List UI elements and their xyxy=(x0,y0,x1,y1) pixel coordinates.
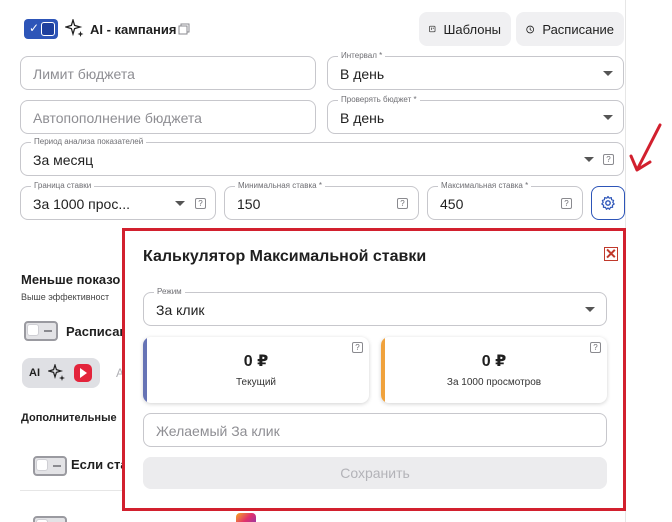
templates-button[interactable]: Шаблоны xyxy=(419,12,511,46)
bottom-toggle[interactable] xyxy=(33,516,67,522)
max-bid-label: Максимальная ставка * xyxy=(438,181,532,190)
ai-pill[interactable]: AI xyxy=(22,358,100,388)
chevron-down-icon xyxy=(603,115,613,120)
help-icon[interactable]: ? xyxy=(397,198,408,209)
budget-limit-input[interactable]: Лимит бюджета xyxy=(20,56,316,90)
mode-select[interactable]: Режим За клик xyxy=(143,287,607,326)
campaign-title: AI - кампания xyxy=(90,22,177,37)
templates-label: Шаблоны xyxy=(443,21,502,37)
modal-title: Калькулятор Максимальной ставки xyxy=(143,248,427,265)
interval-value: В день xyxy=(340,66,385,82)
check-budget-value: В день xyxy=(340,110,385,126)
ai-campaign-toggle[interactable]: ✓ xyxy=(24,19,58,39)
help-icon[interactable]: ? xyxy=(603,154,614,165)
min-bid-label: Минимальная ставка * xyxy=(235,181,325,190)
sparkle-icon xyxy=(48,364,65,381)
bid-bound-label: Граница ставки xyxy=(31,181,95,190)
divider xyxy=(20,490,124,491)
desired-bid-input[interactable]: Желаемый За клик xyxy=(143,413,607,447)
analysis-period-label: Период анализа показателей xyxy=(31,137,147,146)
chevron-down-icon xyxy=(585,307,595,312)
analysis-period-value: За месяц xyxy=(33,152,94,168)
per-1000-label: За 1000 просмотров xyxy=(446,377,542,388)
additional-label: Дополнительные xyxy=(21,412,117,424)
help-icon[interactable]: ? xyxy=(561,198,572,209)
less-shows-title: Меньше показо xyxy=(21,272,121,287)
budget-limit-placeholder: Лимит бюджета xyxy=(33,66,135,82)
chevron-down-icon xyxy=(603,71,613,76)
max-bid-input[interactable]: Максимальная ставка * 450 ? xyxy=(427,181,583,220)
interval-label: Интервал * xyxy=(338,51,386,60)
close-icon[interactable] xyxy=(604,247,618,261)
video-app-icon xyxy=(74,364,92,382)
mode-value: За клик xyxy=(156,302,205,318)
bid-bound-select[interactable]: Граница ставки За 1000 прос... ? xyxy=(20,181,216,220)
schedule-button[interactable]: Расписание xyxy=(516,12,624,46)
if-condition-toggle[interactable] xyxy=(33,456,67,476)
template-icon xyxy=(429,25,436,33)
check-icon: ✓ xyxy=(29,21,40,35)
schedule-toggle[interactable] xyxy=(24,321,58,341)
min-bid-value: 150 xyxy=(237,196,261,212)
check-budget-label: Проверять бюджет * xyxy=(338,95,420,104)
help-icon[interactable]: ? xyxy=(195,198,206,209)
schedule-label: Расписание xyxy=(542,21,614,37)
check-budget-select[interactable]: Проверять бюджет * В день xyxy=(327,95,624,134)
copy-icon[interactable] xyxy=(178,23,190,35)
instagram-icon xyxy=(236,513,256,522)
gear-icon xyxy=(601,195,615,210)
analysis-period-select[interactable]: Период анализа показателей За месяц ? xyxy=(20,137,624,176)
max-bid-value: 450 xyxy=(440,196,464,212)
red-arrow-annotation xyxy=(629,123,662,172)
clock-icon xyxy=(526,25,534,33)
current-value: 0 ₽ xyxy=(243,353,269,370)
chevron-down-icon xyxy=(175,201,185,206)
if-condition-label: Если ста xyxy=(71,457,128,472)
sparkle-icon xyxy=(65,19,84,37)
min-bid-input[interactable]: Минимальная ставка * 150 ? xyxy=(224,181,419,220)
higher-efficiency-text: Выше эффективност xyxy=(21,292,110,302)
interval-select[interactable]: Интервал * В день xyxy=(327,51,624,90)
max-bid-calculator-modal: Калькулятор Максимальной ставки Режим За… xyxy=(122,228,626,511)
per-1000-value: 0 ₽ xyxy=(481,353,507,370)
per-1000-views-card: ? 0 ₽ За 1000 просмотров xyxy=(381,337,607,403)
ai-pill-label: AI xyxy=(29,367,40,379)
bid-calculator-gear-button[interactable] xyxy=(591,186,625,220)
current-label: Текущий xyxy=(236,377,276,388)
autofill-placeholder: Автопополнение бюджета xyxy=(33,110,202,126)
bid-bound-value: За 1000 прос... xyxy=(33,196,130,212)
current-bid-card: ? 0 ₽ Текущий xyxy=(143,337,369,403)
autofill-budget-input[interactable]: Автопополнение бюджета xyxy=(20,100,316,134)
save-button[interactable]: Сохранить xyxy=(143,457,607,489)
desired-placeholder: Желаемый За клик xyxy=(156,423,280,439)
mode-label: Режим xyxy=(154,287,185,296)
chevron-down-icon xyxy=(584,157,594,162)
